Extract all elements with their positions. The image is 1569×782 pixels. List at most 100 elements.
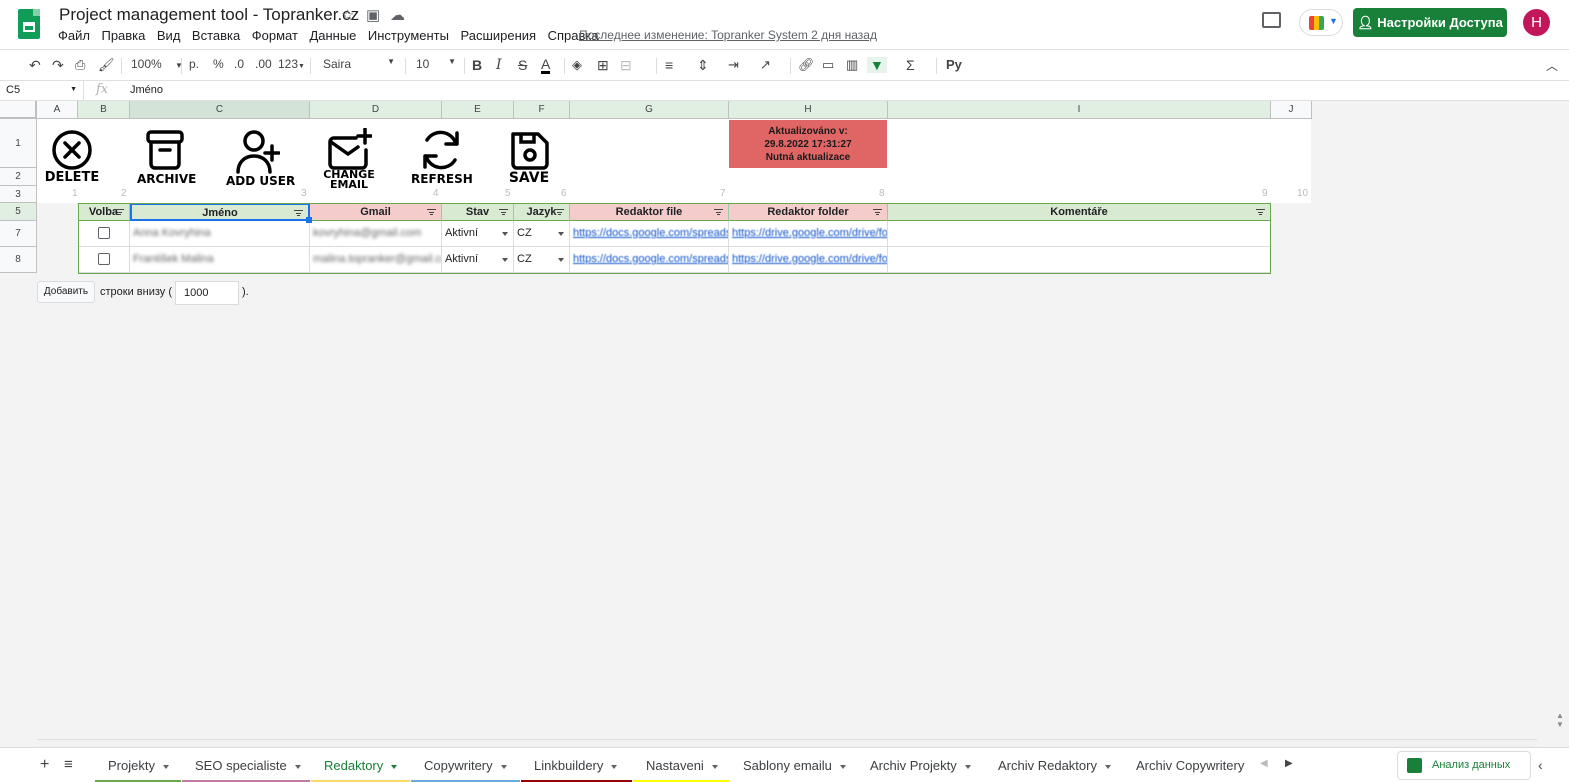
- cell-stav-dropdown[interactable]: Aktivní: [442, 247, 514, 273]
- save-button[interactable]: SAVE: [502, 128, 556, 185]
- row-checkbox[interactable]: [98, 253, 110, 265]
- menu-data[interactable]: Данные: [309, 28, 356, 43]
- vertical-scrollbar[interactable]: ▲ ▼: [1553, 711, 1567, 741]
- chevron-down-icon[interactable]: [162, 764, 169, 769]
- folder-link[interactable]: https://drive.google.com/drive/folders: [732, 227, 887, 239]
- filter-icon[interactable]: ▼: [867, 57, 887, 73]
- menu-format[interactable]: Формат: [252, 28, 298, 43]
- vertical-align-icon[interactable]: ⇕: [697, 57, 709, 74]
- tab-redaktory[interactable]: Redaktory: [311, 748, 410, 782]
- header-komentare[interactable]: Komentáře: [888, 203, 1271, 221]
- delete-button[interactable]: DELETE: [44, 128, 100, 184]
- header-gmail[interactable]: Gmail: [310, 203, 442, 221]
- formula-input[interactable]: Jméno: [130, 84, 163, 96]
- tab-archiv-copywritery[interactable]: Archiv Copywritery: [1123, 748, 1247, 782]
- menu-tools[interactable]: Инструменты: [368, 28, 449, 43]
- filter-icon[interactable]: [714, 209, 723, 216]
- chevron-down-icon[interactable]: [294, 764, 301, 769]
- tab-archiv-redaktory[interactable]: Archiv Redaktory: [985, 748, 1124, 782]
- refresh-button[interactable]: REFRESH: [411, 128, 473, 185]
- sheets-logo-icon[interactable]: [18, 9, 40, 39]
- chevron-down-icon[interactable]: [500, 764, 507, 769]
- insert-link-icon[interactable]: 🔗︎: [798, 57, 815, 73]
- menu-edit[interactable]: Правка: [101, 28, 145, 43]
- column-header-f[interactable]: F: [514, 101, 570, 119]
- header-redaktor-folder[interactable]: Redaktor folder: [729, 203, 888, 221]
- column-header-e[interactable]: E: [442, 101, 514, 119]
- row-header-3[interactable]: 3: [0, 186, 37, 203]
- scroll-tabs-right-icon[interactable]: ▶: [1285, 758, 1293, 769]
- tab-seo-specialiste[interactable]: SEO specialiste: [182, 748, 310, 782]
- row-header-8[interactable]: 8: [0, 247, 37, 273]
- column-header-d[interactable]: D: [310, 101, 442, 119]
- strikethrough-button[interactable]: S: [518, 57, 527, 73]
- column-header-h[interactable]: H: [729, 101, 888, 119]
- tab-archiv-projekty[interactable]: Archiv Projekty: [857, 748, 985, 782]
- cell-gmail[interactable]: malina.topranker@gmail.com: [310, 247, 442, 273]
- borders-icon[interactable]: ⊞: [597, 57, 609, 74]
- text-rotation-icon[interactable]: ↗: [760, 57, 771, 73]
- cell-komentare[interactable]: [888, 247, 1271, 273]
- filter-icon[interactable]: [115, 209, 124, 216]
- cell-redaktor-file[interactable]: https://docs.google.com/spreadsheets: [570, 247, 729, 273]
- text-wrap-icon[interactable]: ⇥: [728, 57, 739, 73]
- chevron-down-icon[interactable]: [611, 764, 618, 769]
- filter-icon[interactable]: [873, 209, 882, 216]
- tab-copywritery[interactable]: Copywritery: [411, 748, 520, 782]
- meet-button[interactable]: ▼: [1299, 9, 1343, 36]
- add-rows-button[interactable]: Добавить: [37, 281, 95, 303]
- explore-button[interactable]: Анализ данных: [1397, 751, 1531, 780]
- change-email-button[interactable]: CHANGE EMAIL: [320, 128, 378, 190]
- cell-jazyk-dropdown[interactable]: CZ: [514, 221, 570, 247]
- collapse-toolbar-icon[interactable]: ︿: [1546, 57, 1558, 74]
- print-icon[interactable]: ⎙: [75, 57, 85, 73]
- align-left-icon[interactable]: ≡: [665, 57, 673, 73]
- column-header-c[interactable]: C: [130, 101, 310, 119]
- paint-format-icon[interactable]: 🖌︎: [98, 57, 115, 73]
- cell-jmeno[interactable]: František Malina: [130, 247, 310, 273]
- input-tools-button[interactable]: Py: [946, 57, 962, 72]
- decrease-decimal-button[interactable]: .0: [234, 57, 244, 71]
- chevron-down-icon[interactable]: [964, 764, 971, 769]
- tab-projekty[interactable]: Projekty: [95, 748, 181, 782]
- fill-color-icon[interactable]: ◈: [572, 57, 582, 76]
- name-box[interactable]: C5 ▼: [0, 81, 84, 100]
- cell-redaktor-folder[interactable]: https://drive.google.com/drive/folders: [729, 221, 888, 247]
- cell-jazyk-dropdown[interactable]: CZ: [514, 247, 570, 273]
- filter-icon[interactable]: [1256, 209, 1265, 216]
- chevron-down-icon[interactable]: [391, 764, 398, 769]
- italic-button[interactable]: I: [496, 57, 502, 73]
- cell-redaktor-folder[interactable]: https://drive.google.com/drive/folders: [729, 247, 888, 273]
- avatar[interactable]: H: [1523, 9, 1550, 36]
- add-rows-count-input[interactable]: 1000: [175, 281, 239, 305]
- column-header-a[interactable]: A: [37, 101, 78, 119]
- row-header-2[interactable]: 2: [0, 168, 37, 186]
- cloud-status-icon[interactable]: ☁: [390, 6, 405, 24]
- column-header-i[interactable]: I: [888, 101, 1271, 119]
- file-link[interactable]: https://docs.google.com/spreadsheets: [573, 227, 728, 239]
- row-header-7[interactable]: 7: [0, 221, 37, 247]
- tab-linkbuildery[interactable]: Linkbuildery: [521, 748, 632, 782]
- horizontal-scrollbar[interactable]: [37, 739, 1537, 747]
- tab-nastaveni[interactable]: Nastaveni: [633, 748, 729, 782]
- folder-link[interactable]: https://drive.google.com/drive/folders: [732, 253, 887, 265]
- tab-sablony-emailu[interactable]: Sablony emailu: [730, 748, 857, 782]
- menu-file[interactable]: Файл: [58, 28, 90, 43]
- merge-cells-icon[interactable]: ⊟: [620, 57, 632, 74]
- chevron-down-icon[interactable]: [1104, 764, 1111, 769]
- cell-jmeno[interactable]: Anna Kovryhina: [130, 221, 310, 247]
- column-header-g[interactable]: G: [570, 101, 729, 119]
- text-color-button[interactable]: A: [541, 57, 551, 74]
- insert-chart-icon[interactable]: ▥: [846, 57, 858, 73]
- cell-stav-dropdown[interactable]: Aktivní: [442, 221, 514, 247]
- fill-handle[interactable]: [306, 217, 312, 223]
- insert-comment-icon[interactable]: ▭: [822, 57, 834, 73]
- add-user-button[interactable]: ADD USER: [226, 128, 295, 187]
- row-checkbox[interactable]: [98, 227, 110, 239]
- functions-button[interactable]: Σ: [906, 57, 915, 73]
- row-header-1[interactable]: 1: [0, 119, 37, 168]
- header-redaktor-file[interactable]: Redaktor file: [570, 203, 729, 221]
- filter-icon[interactable]: [499, 209, 508, 216]
- star-icon[interactable]: ☆: [341, 6, 354, 24]
- move-folder-icon[interactable]: ▣: [366, 6, 380, 24]
